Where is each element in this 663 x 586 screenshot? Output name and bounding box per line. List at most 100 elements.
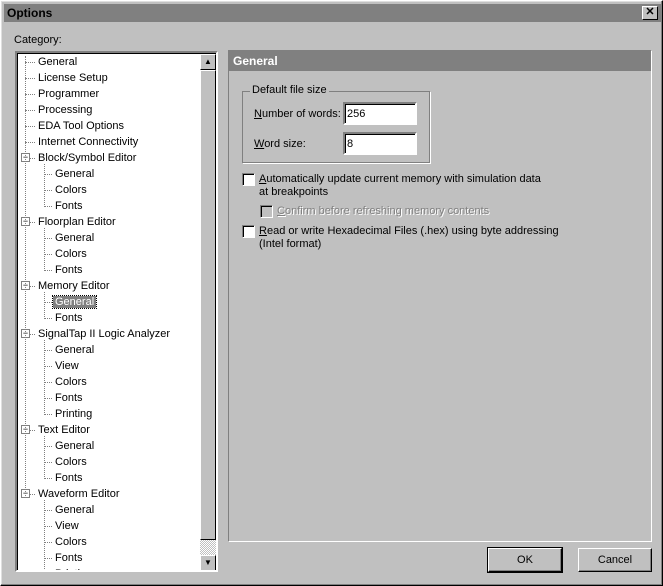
ok-button[interactable]: OK (487, 547, 563, 573)
auto-update-label[interactable]: Automatically update current memory with… (259, 173, 541, 199)
tree-item[interactable]: Fonts (53, 550, 85, 566)
tree-item-label: Fonts (55, 472, 83, 484)
tree-item-label: Memory Editor (38, 280, 110, 292)
tree-item[interactable]: General (53, 502, 96, 518)
tree-item-label: Programmer (38, 88, 100, 100)
tree-line (44, 228, 45, 271)
tree-line (44, 558, 52, 559)
tree-line (44, 500, 45, 570)
tree-item[interactable]: Memory Editor (36, 278, 112, 294)
tree-item[interactable]: Colors (53, 182, 89, 198)
tree-line (44, 238, 52, 239)
tree-item-label: Printing (55, 408, 93, 420)
tree-item[interactable]: Printing (53, 406, 94, 422)
number-of-words-input[interactable] (343, 102, 417, 125)
tree-item[interactable]: General (53, 166, 96, 182)
close-icon[interactable]: ✕ (642, 6, 658, 20)
tree-item[interactable]: Waveform Editor (36, 486, 122, 502)
tree-line (44, 340, 45, 415)
tree-item-label: Printing (53, 568, 94, 570)
tree-line (44, 366, 52, 367)
tree-item-label: Fonts (55, 312, 83, 324)
tree-item[interactable]: Colors (53, 246, 89, 262)
scroll-up-icon[interactable]: ▲ (200, 54, 216, 70)
tree-item[interactable]: Fonts (53, 310, 85, 326)
tree-item[interactable]: General (36, 54, 79, 70)
hex-byte-addressing-label[interactable]: Read or write Hexadecimal Files (.hex) u… (259, 225, 559, 251)
tree-item[interactable]: Floorplan Editor (36, 214, 118, 230)
tree-item[interactable]: Colors (53, 454, 89, 470)
tree-line (25, 78, 35, 79)
tree-item[interactable]: Fonts (53, 390, 85, 406)
tree-item-label: Colors (55, 376, 87, 388)
tree-line (44, 542, 52, 543)
settings-panel: General Default file size Number of word… (228, 50, 652, 542)
tree-line (44, 382, 52, 383)
tree-item-label: Colors (55, 248, 87, 260)
tree-line (44, 302, 52, 303)
tree-line (30, 286, 35, 287)
tree-item[interactable]: Programmer (36, 86, 101, 102)
default-file-size-group: Default file size Number of words: Word … (242, 84, 430, 163)
tree-line (44, 510, 52, 511)
confirm-refresh-checkbox[interactable] (260, 205, 273, 218)
tree-item-label: Block/Symbol Editor (38, 152, 137, 164)
category-tree[interactable]: General License Setup Programmer Processing… (15, 51, 218, 572)
tree-item-label: Colors (55, 184, 87, 196)
hex-byte-addressing-checkbox[interactable] (242, 225, 255, 238)
tree-line (30, 158, 35, 159)
tree-line (30, 430, 35, 431)
tree-item-label: General (55, 168, 95, 180)
tree-item[interactable]: SignalTap II Logic Analyzer (36, 326, 172, 342)
tree-item[interactable]: Fonts (53, 262, 85, 278)
tree-item[interactable]: Processing (36, 102, 94, 118)
tree-item[interactable]: Fonts (53, 470, 85, 486)
scroll-thumb[interactable] (200, 70, 216, 540)
tree-item[interactable]: View (53, 358, 81, 374)
word-size-label: Word size: (254, 138, 306, 150)
tree-line (44, 526, 52, 527)
tree-item[interactable]: Block/Symbol Editor (36, 150, 138, 166)
tree-item[interactable]: Colors (53, 534, 89, 550)
tree-line (25, 142, 35, 143)
confirm-refresh-label: Confirm before refreshing memory content… (277, 205, 490, 217)
cancel-button[interactable]: Cancel (578, 548, 652, 572)
tree-item[interactable]: View (53, 518, 81, 534)
tree-line (30, 222, 35, 223)
tree-item-label: EDA Tool Options (38, 120, 125, 132)
tree-item[interactable]: Colors (53, 374, 89, 390)
tree-item[interactable]: Fonts (53, 198, 85, 214)
tree-item[interactable]: Printing (53, 566, 94, 570)
tree-item[interactable]: General (51, 294, 98, 310)
tree-line (44, 436, 45, 479)
tree-line (44, 478, 52, 479)
tree-item[interactable]: General (53, 342, 96, 358)
tree-item-label: Processing (38, 104, 93, 116)
tree-item[interactable]: Internet Connectivity (36, 134, 140, 150)
tree-scrollbar[interactable]: ▲ ▼ (200, 54, 216, 570)
word-size-input[interactable] (343, 132, 417, 155)
group-label: Default file size (250, 84, 329, 96)
number-of-words-label: Number of words: (254, 108, 341, 120)
tree-item-label: Internet Connectivity (38, 136, 139, 148)
tree-item-label: General (55, 440, 95, 452)
tree-item-label: General (55, 504, 95, 516)
tree-item-label: General (55, 232, 95, 244)
tree-item[interactable]: License Setup (36, 70, 110, 86)
tree-line (25, 62, 35, 63)
auto-update-checkbox[interactable] (242, 173, 255, 186)
tree-line (44, 254, 52, 255)
tree-item-label: Waveform Editor (38, 488, 120, 500)
tree-item-label: Fonts (55, 392, 83, 404)
tree-line (44, 350, 52, 351)
tree-item-label: View (55, 520, 79, 532)
tree-item-label: Floorplan Editor (38, 216, 116, 228)
tree-line (44, 462, 52, 463)
tree-item-label: View (55, 360, 79, 372)
tree-line (44, 164, 45, 207)
tree-item[interactable]: EDA Tool Options (36, 118, 126, 134)
scroll-down-icon[interactable]: ▼ (200, 555, 216, 570)
tree-item[interactable]: General (53, 438, 96, 454)
panel-title: General (229, 51, 651, 71)
tree-item[interactable]: General (53, 230, 96, 246)
